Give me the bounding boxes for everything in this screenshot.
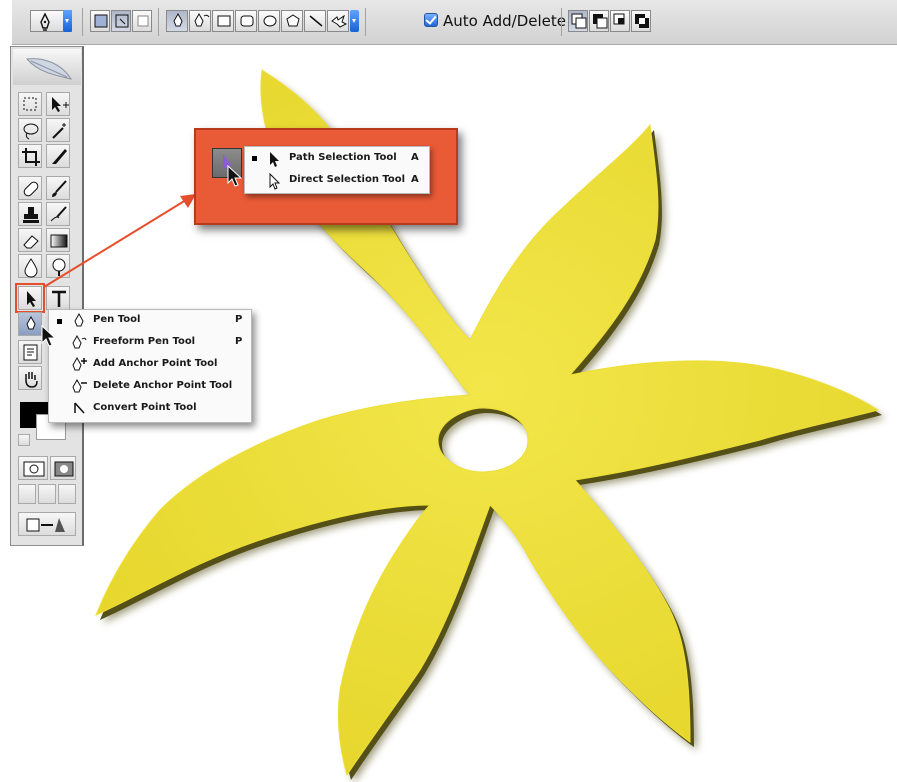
selection-tool-flyout: Path Selection Tool A Direct Selection T… <box>244 146 430 194</box>
flyout-item-path-selection[interactable]: Path Selection Tool <box>289 152 397 163</box>
selection-tool-callout: Path Selection Tool A Direct Selection T… <box>194 128 458 225</box>
pointer-arrow <box>43 194 196 288</box>
shortcut-key: A <box>411 152 419 163</box>
selected-bullet <box>252 156 257 161</box>
flyout-item-direct-selection[interactable]: Direct Selection Tool <box>289 174 405 185</box>
path-selection-arrow-icon <box>270 152 279 167</box>
mouse-cursor-icon <box>227 164 243 187</box>
direct-selection-arrow-icon <box>269 172 281 190</box>
shortcut-key: A <box>411 174 419 185</box>
